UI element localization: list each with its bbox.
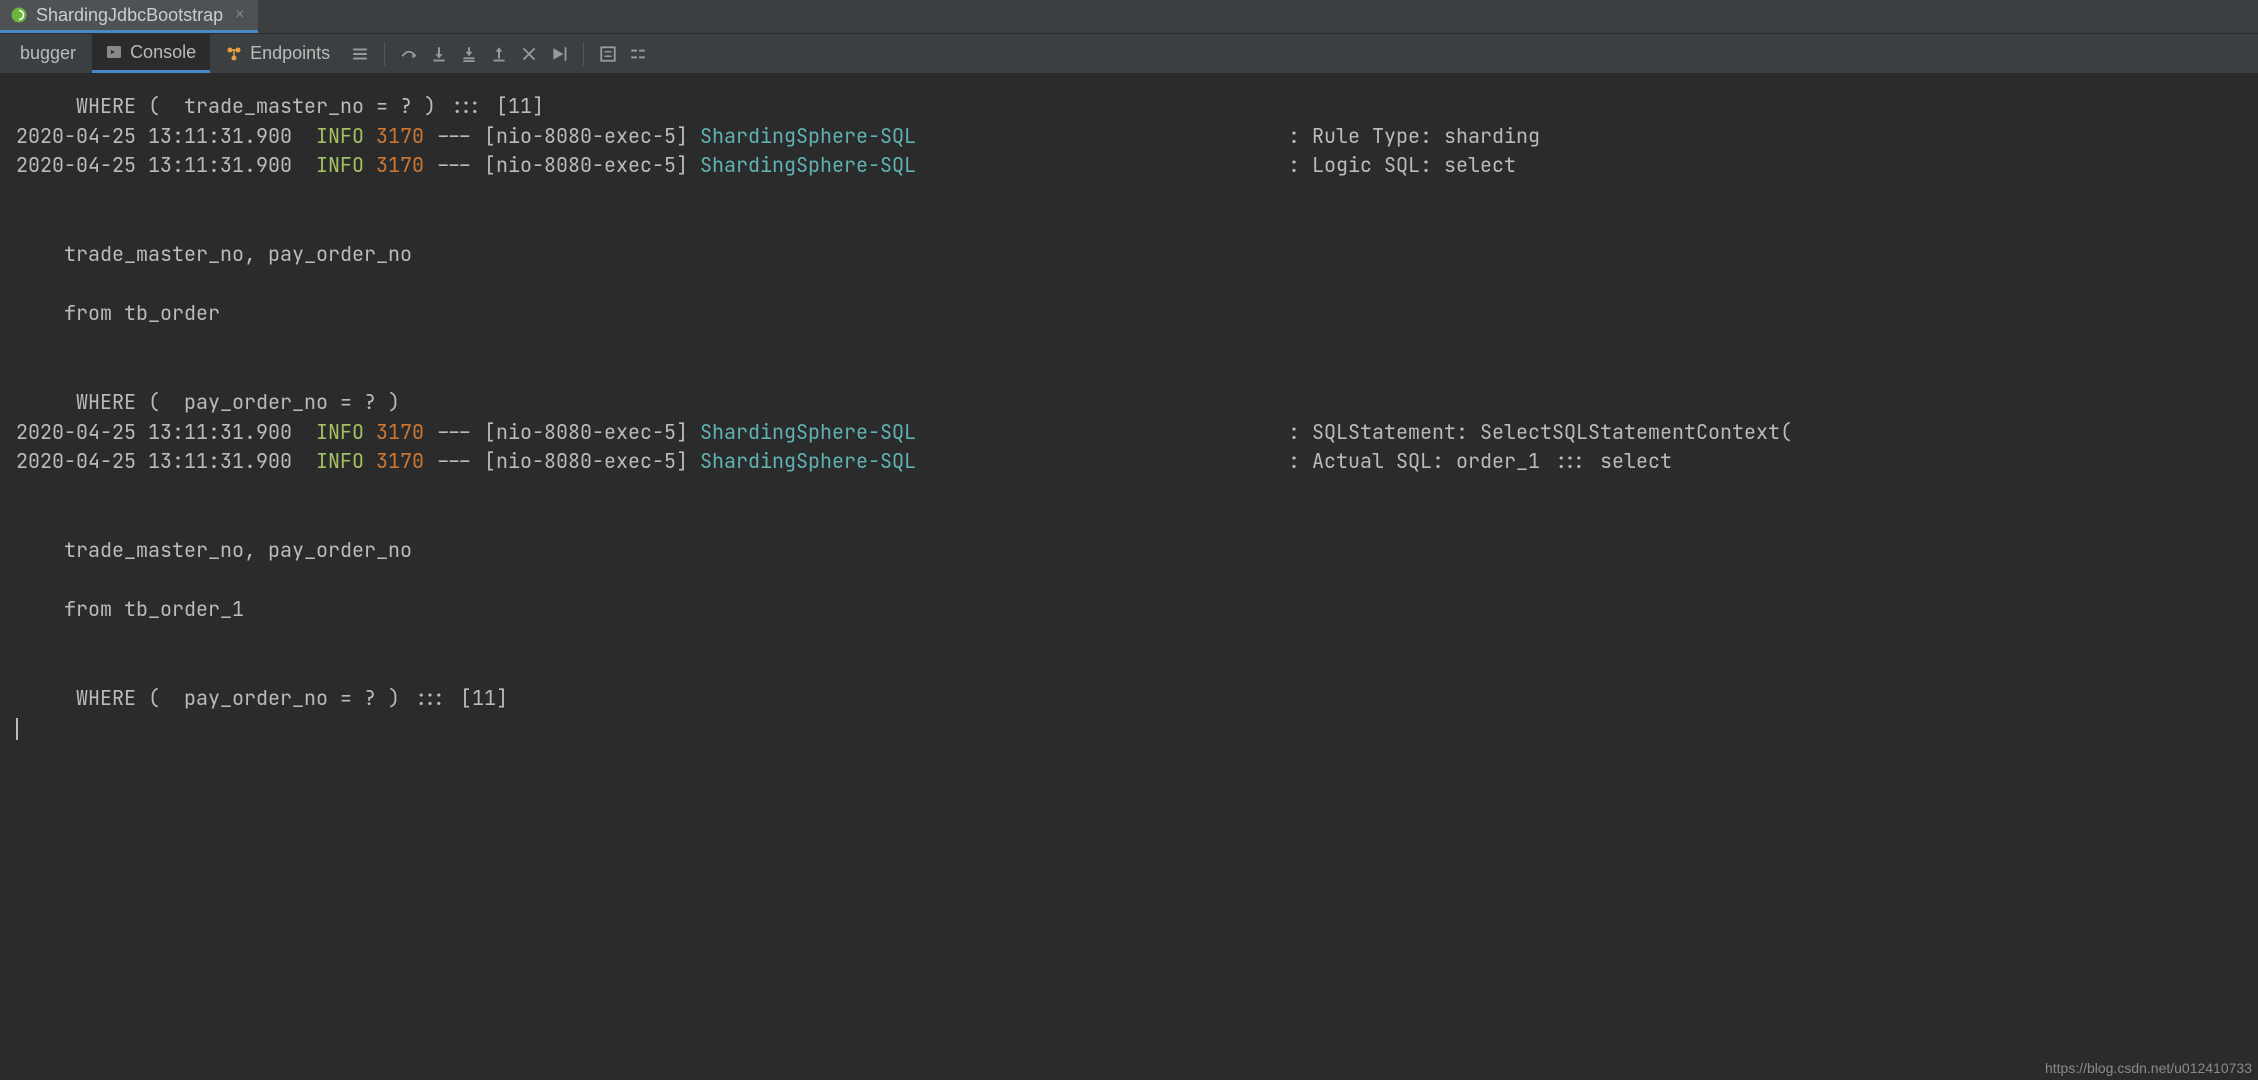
console-line bbox=[16, 506, 2258, 536]
close-icon[interactable]: × bbox=[235, 6, 244, 24]
console-icon bbox=[106, 44, 122, 60]
console-line bbox=[16, 654, 2258, 684]
console-line bbox=[16, 329, 2258, 359]
caret-icon bbox=[16, 718, 18, 740]
file-tab-title: ShardingJdbcBootstrap bbox=[36, 5, 223, 26]
console-line: trade_master_no, pay_order_no bbox=[16, 240, 2258, 270]
drop-frame-icon[interactable] bbox=[515, 40, 543, 68]
run-to-cursor-icon[interactable] bbox=[545, 40, 573, 68]
console-line: WHERE ( trade_master_no = ? ) ::: [11] bbox=[16, 92, 2258, 122]
console-line bbox=[16, 566, 2258, 596]
console-line: 2020-04-25 13:11:31.900 INFO 3170 --- [n… bbox=[16, 151, 2258, 181]
watermark-text: https://blog.csdn.net/u012410733 bbox=[2045, 1060, 2252, 1076]
toolbar-divider-2 bbox=[583, 42, 584, 66]
console-line: 2020-04-25 13:11:31.900 INFO 3170 --- [n… bbox=[16, 418, 2258, 448]
tab-debugger[interactable]: bugger bbox=[6, 34, 90, 73]
tab-console[interactable]: Console bbox=[92, 34, 210, 73]
console-line bbox=[16, 358, 2258, 388]
step-out-icon[interactable] bbox=[485, 40, 513, 68]
console-line bbox=[16, 477, 2258, 507]
debug-toolbar: bugger Console Endpoints bbox=[0, 34, 2258, 74]
force-step-into-icon[interactable] bbox=[455, 40, 483, 68]
console-line: from tb_order bbox=[16, 299, 2258, 329]
console-line: trade_master_no, pay_order_no bbox=[16, 536, 2258, 566]
console-line: 2020-04-25 13:11:31.900 INFO 3170 --- [n… bbox=[16, 447, 2258, 477]
console-line bbox=[16, 181, 2258, 211]
console-line: WHERE ( pay_order_no = ? ) ::: [11] bbox=[16, 684, 2258, 714]
file-tab-bar: ShardingJdbcBootstrap × bbox=[0, 0, 2258, 34]
console-line bbox=[16, 270, 2258, 300]
file-tab-sharding[interactable]: ShardingJdbcBootstrap × bbox=[0, 0, 258, 33]
spring-boot-icon bbox=[10, 6, 28, 24]
console-line bbox=[16, 625, 2258, 655]
console-caret-line bbox=[16, 713, 2258, 743]
console-line: from tb_order_1 bbox=[16, 595, 2258, 625]
toggle-wrap-icon[interactable] bbox=[346, 40, 374, 68]
trace-current-stream-chain-icon[interactable] bbox=[624, 40, 652, 68]
tab-endpoints[interactable]: Endpoints bbox=[212, 34, 344, 73]
endpoints-icon bbox=[226, 46, 242, 62]
console-line bbox=[16, 210, 2258, 240]
tab-endpoints-label: Endpoints bbox=[250, 43, 330, 64]
console-line: 2020-04-25 13:11:31.900 INFO 3170 --- [n… bbox=[16, 122, 2258, 152]
toolbar-divider bbox=[384, 42, 385, 66]
tab-console-label: Console bbox=[130, 42, 196, 63]
console-line: WHERE ( pay_order_no = ? ) bbox=[16, 388, 2258, 418]
step-into-icon[interactable] bbox=[425, 40, 453, 68]
step-over-icon[interactable] bbox=[395, 40, 423, 68]
console-output[interactable]: WHERE ( trade_master_no = ? ) ::: [11]20… bbox=[0, 74, 2258, 1080]
evaluate-expression-icon[interactable] bbox=[594, 40, 622, 68]
tab-debugger-label: bugger bbox=[20, 43, 76, 64]
